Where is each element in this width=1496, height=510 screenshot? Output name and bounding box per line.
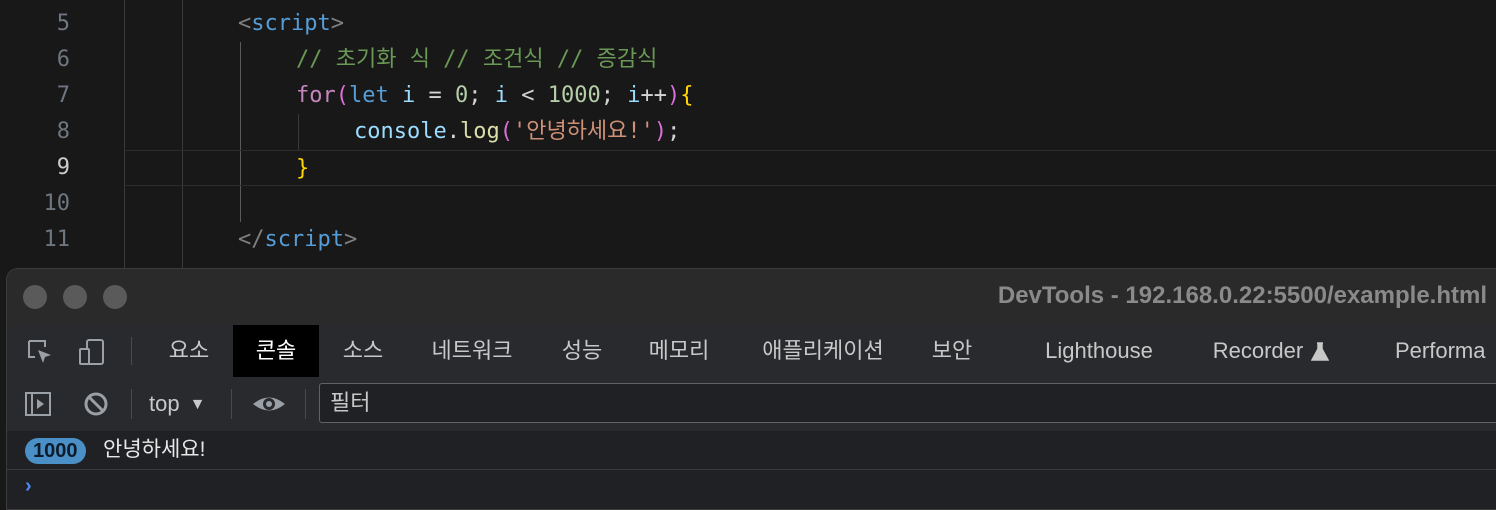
code-text: <script> bbox=[238, 6, 344, 42]
token: < bbox=[508, 83, 548, 108]
clear-console-icon[interactable] bbox=[81, 389, 111, 419]
panel-tabbar: 요소 콘솔 소스 네트워크 성능 메모리 애플리케이션 보안 Lighthous… bbox=[7, 325, 1496, 378]
inspect-element-icon[interactable] bbox=[25, 337, 55, 367]
line-number: 5 bbox=[56, 11, 70, 36]
line-number: 6 bbox=[56, 47, 70, 72]
token: </ bbox=[238, 227, 265, 252]
tab-elements[interactable]: 요소 bbox=[153, 325, 225, 377]
toolbar-separator bbox=[131, 337, 132, 365]
line-number: 10 bbox=[43, 191, 71, 216]
token: log bbox=[459, 119, 500, 144]
code-text: </script> bbox=[238, 222, 357, 258]
code-line[interactable]: 6 // 초기화 식 // 조건식 // 증감식 bbox=[0, 42, 1496, 78]
tab-recorder-label: Recorder bbox=[1212, 338, 1304, 363]
code-text: // 초기화 식 // 조건식 // 증감식 bbox=[296, 42, 657, 78]
sidebar-toggle-icon[interactable] bbox=[23, 389, 53, 419]
tab-console[interactable]: 콘솔 bbox=[233, 325, 319, 377]
maximize-window-button[interactable] bbox=[103, 285, 127, 309]
token: script bbox=[264, 227, 344, 252]
token: > bbox=[343, 227, 358, 252]
device-toolbar-icon[interactable] bbox=[77, 337, 107, 367]
minimize-window-button[interactable] bbox=[63, 285, 87, 309]
code-line[interactable]: 8 console.log('안녕하세요!'); bbox=[0, 114, 1496, 150]
token: } bbox=[296, 156, 310, 181]
token: 0 bbox=[455, 83, 469, 108]
tab-lighthouse[interactable]: Lighthouse bbox=[1029, 325, 1169, 377]
token: i bbox=[388, 83, 416, 108]
token: ( bbox=[499, 119, 513, 144]
tab-recorder[interactable]: Recorder bbox=[1197, 325, 1345, 377]
tab-performance[interactable]: 성능 bbox=[547, 325, 617, 377]
tab-sources[interactable]: 소스 bbox=[327, 325, 399, 377]
token: ) bbox=[653, 119, 668, 144]
console-message-row[interactable]: 1000 안녕하세요! bbox=[7, 431, 1496, 470]
token: '안녕하세요!' bbox=[512, 119, 654, 144]
tab-performance-insights[interactable]: Performa bbox=[1395, 325, 1496, 377]
token: // 초기화 식 // 조건식 // 증감식 bbox=[296, 47, 658, 72]
token: let bbox=[349, 83, 389, 108]
token: ; bbox=[468, 83, 495, 108]
window-title: DevTools - 192.168.0.22:5500/example.htm… bbox=[997, 282, 1487, 309]
line-number: 8 bbox=[56, 119, 70, 144]
code-line[interactable]: 10 bbox=[0, 186, 1496, 222]
code-editor[interactable]: 5 <script> 6 // 초기화 식 // 조건식 // 증감식 7 fo… bbox=[0, 0, 1496, 270]
token: ( bbox=[335, 83, 349, 108]
console-message-text: 안녕하세요! bbox=[103, 438, 206, 461]
chevron-down-icon: ▼ bbox=[189, 396, 206, 413]
toolbar-separator bbox=[231, 389, 232, 419]
code-text: for(let i = 0; i < 1000; i++){ bbox=[296, 78, 693, 114]
token: ) bbox=[666, 83, 681, 108]
code-line[interactable]: 5 <script> bbox=[0, 6, 1496, 42]
token: i bbox=[494, 83, 508, 108]
token: ; bbox=[600, 83, 628, 108]
token: = bbox=[415, 83, 455, 108]
line-number: 11 bbox=[43, 227, 71, 252]
close-window-button[interactable] bbox=[23, 285, 47, 309]
context-selector-value: top bbox=[149, 391, 180, 416]
code-line[interactable]: 7 for(let i = 0; i < 1000; i++){ bbox=[0, 78, 1496, 114]
token: console bbox=[354, 119, 447, 144]
tab-security[interactable]: 보안 bbox=[919, 325, 985, 377]
line-number-row: 9 bbox=[0, 150, 120, 186]
toolbar-separator bbox=[131, 389, 132, 419]
token: < bbox=[238, 11, 252, 36]
experimental-flask-icon bbox=[1311, 342, 1330, 361]
title-bar[interactable]: DevTools - 192.168.0.22:5500/example.htm… bbox=[7, 269, 1496, 326]
token: > bbox=[330, 11, 344, 36]
code-text: console.log('안녕하세요!'); bbox=[354, 114, 680, 150]
line-number: 7 bbox=[56, 83, 70, 108]
console-filter-input[interactable]: 필터 bbox=[319, 383, 1496, 423]
live-expression-icon[interactable] bbox=[251, 389, 287, 419]
token: 1000 bbox=[547, 83, 601, 108]
toolbar-separator bbox=[305, 389, 306, 419]
line-number: 9 bbox=[56, 155, 70, 180]
tab-network[interactable]: 네트워크 bbox=[417, 325, 527, 377]
token: script bbox=[251, 11, 331, 36]
token: { bbox=[680, 83, 694, 108]
tab-memory[interactable]: 메모리 bbox=[637, 325, 721, 377]
devtools-window: DevTools - 192.168.0.22:5500/example.htm… bbox=[6, 268, 1496, 510]
token: . bbox=[446, 119, 460, 144]
repeat-count-badge: 1000 bbox=[25, 438, 86, 464]
context-selector[interactable]: top ▼ bbox=[149, 389, 205, 419]
token: ; bbox=[667, 119, 681, 144]
console-prompt-icon[interactable]: › bbox=[25, 475, 32, 498]
token: for bbox=[296, 83, 336, 108]
console-output: 1000 안녕하세요! › bbox=[7, 431, 1496, 509]
token: i bbox=[627, 83, 641, 108]
code-line-current[interactable]: } bbox=[124, 150, 1496, 186]
console-toolbar: top ▼ 필터 bbox=[7, 377, 1496, 432]
token: ++ bbox=[640, 83, 667, 108]
code-text: } bbox=[296, 151, 309, 187]
tab-application[interactable]: 애플리케이션 bbox=[749, 325, 897, 377]
code-line[interactable]: 11 </script> bbox=[0, 222, 1496, 258]
